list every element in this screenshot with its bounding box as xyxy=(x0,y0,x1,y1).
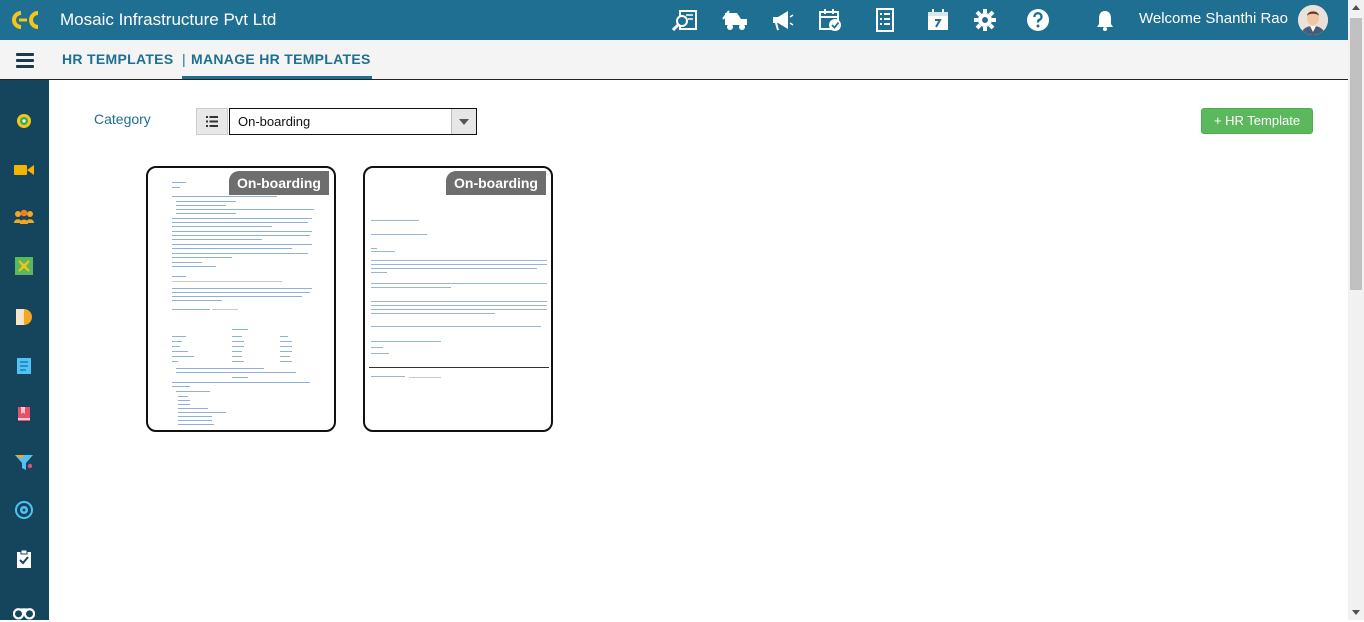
top-bar: Mosaic Infrastructure Pvt Ltd Welcome Sh… xyxy=(0,0,1364,40)
sidebar xyxy=(0,80,49,620)
video-icon[interactable] xyxy=(13,160,35,180)
category-select[interactable]: On-boarding xyxy=(229,108,477,135)
add-hr-template-button[interactable]: + HR Template xyxy=(1201,108,1313,134)
checklist-icon[interactable] xyxy=(870,6,900,34)
template-preview xyxy=(170,178,315,428)
company-logo[interactable] xyxy=(7,8,43,32)
scroll-up-icon[interactable] xyxy=(1352,5,1360,10)
breadcrumb-hr-templates[interactable]: HR TEMPLATES xyxy=(62,51,173,67)
calendar-check-icon[interactable] xyxy=(815,6,845,34)
template-preview xyxy=(369,178,549,428)
company-name: Mosaic Infrastructure Pvt Ltd xyxy=(60,10,277,29)
dashboard-icon[interactable] xyxy=(13,111,35,131)
scroll-down-icon[interactable] xyxy=(1352,610,1360,615)
gear-icon[interactable] xyxy=(970,6,1000,34)
category-select-value: On-boarding xyxy=(238,114,311,129)
welcome-text[interactable]: Welcome Shanthi Rao xyxy=(1139,10,1288,27)
search-document-icon[interactable] xyxy=(671,6,701,34)
truck-icon[interactable] xyxy=(720,6,750,34)
megaphone-icon[interactable] xyxy=(767,6,797,34)
active-tab-underline xyxy=(182,76,372,79)
breadcrumb-manage-hr-templates[interactable]: MANAGE HR TEMPLATES xyxy=(191,51,371,67)
bell-icon[interactable] xyxy=(1090,6,1120,34)
target-icon[interactable] xyxy=(13,500,35,520)
vertical-scrollbar[interactable] xyxy=(1348,0,1364,620)
book-icon[interactable] xyxy=(13,404,35,424)
chevron-down-icon[interactable] xyxy=(451,109,476,134)
template-card[interactable]: On-boarding xyxy=(146,166,336,432)
filter-icon[interactable] xyxy=(13,452,35,472)
menu-icon[interactable] xyxy=(16,53,34,68)
help-icon[interactable] xyxy=(1023,6,1053,34)
network-icon[interactable] xyxy=(13,256,35,276)
scrollbar-thumb[interactable] xyxy=(1350,18,1362,290)
list-icon[interactable] xyxy=(196,108,228,135)
template-card[interactable]: On-boarding xyxy=(363,166,553,432)
clipboard-icon[interactable] xyxy=(13,549,35,569)
breadcrumb-separator: | xyxy=(182,51,186,67)
pie-chart-icon[interactable] xyxy=(13,307,35,327)
people-icon[interactable] xyxy=(13,207,35,227)
notes-icon[interactable] xyxy=(13,356,35,376)
calendar-icon[interactable] xyxy=(923,6,953,34)
binoculars-icon[interactable] xyxy=(13,602,35,622)
avatar[interactable] xyxy=(1298,5,1328,35)
category-label: Category xyxy=(94,111,151,127)
